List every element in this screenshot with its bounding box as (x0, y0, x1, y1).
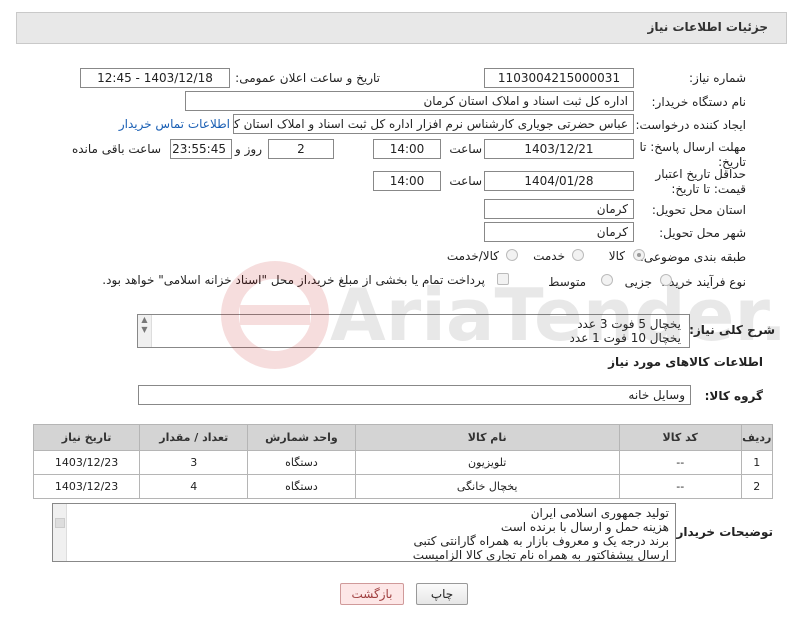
category-label: طبقه بندی موضوعی: (639, 250, 746, 264)
buyer-note-line-3: برند درجه یک و معروف بازار به همراه گارا… (413, 534, 670, 548)
city-label: شهر محل تحویل: (659, 226, 746, 240)
buyer-org-label: نام دستگاه خریدار: (651, 95, 747, 109)
cell-quantity: 3 (139, 450, 249, 475)
cell-name: تلویزیون (354, 450, 620, 475)
col-header-quantity: تعداد / مقدار (139, 424, 249, 451)
col-header-name: نام کالا (354, 424, 620, 451)
table-row[interactable]: 1 -- تلویزیون دستگاه 3 1403/12/23 (32, 450, 774, 475)
back-button[interactable]: بازگشت (340, 583, 404, 605)
buyer-note-line-1: تولید جمهوری اسلامی ایران (530, 506, 669, 520)
col-header-code: کد کالا (618, 424, 742, 451)
cell-row-number: 2 (740, 474, 774, 499)
cell-row-number: 1 (740, 450, 774, 475)
scrollbar-thumb[interactable] (54, 518, 65, 528)
goods-group-label: گروه کالا: (704, 389, 763, 403)
need-number-label: شماره نیاز: (689, 71, 746, 85)
page-header: جزئیات اطلاعات نیاز (16, 12, 787, 44)
buyer-notes-scrollbar[interactable] (53, 504, 67, 561)
buyer-note-line-2: هزینه حمل و ارسال با برنده است (500, 520, 669, 534)
validity-label: حداقل تاریخ اعتبار قیمت: تا تاریخ: (655, 167, 746, 196)
process-label: نوع فرآیند خرید : (661, 275, 746, 289)
deadline-time-label: ساعت (449, 142, 482, 156)
process-minor-radio[interactable] (660, 274, 672, 286)
category-goods-label: کالا (608, 249, 625, 263)
announce-date-label: تاریخ و ساعت اعلان عمومی: (235, 71, 380, 85)
process-medium-label: متوسط (548, 275, 586, 289)
scroll-arrows-icon: ▲ ▼ (141, 315, 148, 334)
treasury-payment-checkbox[interactable] (497, 273, 509, 285)
deadline-label: مهلت ارسال پاسخ: تا تاریخ: (639, 140, 746, 169)
goods-section-title: اطلاعات کالاهای مورد نیاز (608, 355, 763, 369)
validity-date-field: 1404/01/28 (484, 171, 634, 191)
cell-code: -- (618, 450, 742, 475)
description-line-2: یخچال 10 فوت 1 عدد (569, 331, 681, 345)
time-remaining-label: ساعت باقی مانده (71, 142, 161, 156)
buyer-note-line-4: ارسال پیشفاکتور به همراه نام تجاری کالا … (412, 548, 669, 562)
description-line-1: یخچال 5 فوت 3 عدد (577, 317, 681, 331)
city-field: کرمان (484, 222, 634, 242)
days-label: روز و (235, 142, 262, 156)
cell-date: 1403/12/23 (32, 474, 141, 499)
category-goods-radio[interactable] (633, 249, 645, 261)
process-medium-radio[interactable] (601, 274, 613, 286)
cell-unit: دستگاه (247, 474, 356, 499)
process-minor-label: جزیی (624, 275, 652, 289)
table-header-row: ردیف کد کالا نام کالا واحد شمارش تعداد /… (32, 424, 774, 451)
category-service-label: خدمت (533, 249, 565, 263)
buyer-notes-label: توضیحات خریدار: (671, 525, 773, 539)
treasury-payment-note: پرداخت تمام یا بخشی از مبلغ خرید،از محل … (102, 273, 485, 287)
cell-unit: دستگاه (247, 450, 356, 475)
deadline-time-field: 14:00 (373, 139, 441, 159)
creator-label: ایجاد کننده درخواست: (635, 118, 746, 132)
days-remaining-field: 2 (268, 139, 334, 159)
creator-field: عباس حضرتی جویاری کارشناس نرم افزار ادار… (233, 114, 634, 134)
description-label: شرح کلی نیاز: (689, 323, 775, 337)
buyer-contact-link[interactable]: اطلاعات تماس خریدار (119, 117, 230, 131)
validity-time-label: ساعت (449, 174, 482, 188)
province-field: کرمان (484, 199, 634, 219)
goods-group-field: وسایل خانه (138, 385, 691, 405)
announce-date-field: 1403/12/18 - 12:45 (80, 68, 230, 88)
cell-name: یخچال خانگی (354, 474, 620, 499)
validity-time-field: 14:00 (373, 171, 441, 191)
province-label: استان محل تحویل: (651, 203, 746, 217)
deadline-date-field: 1403/12/21 (484, 139, 634, 159)
description-scrollbar[interactable]: ▲ ▼ (138, 315, 152, 347)
category-goods-service-label: کالا/خدمت (446, 249, 499, 263)
description-textarea[interactable]: یخچال 5 فوت 3 عدد یخچال 10 فوت 1 عدد (137, 314, 690, 348)
col-header-row-number: ردیف (740, 424, 774, 451)
category-service-radio[interactable] (572, 249, 584, 261)
col-header-date: تاریخ نیاز (32, 424, 141, 451)
table-row[interactable]: 2 -- یخچال خانگی دستگاه 4 1403/12/23 (32, 474, 774, 499)
cell-code: -- (618, 474, 742, 499)
print-button[interactable]: چاپ (416, 583, 468, 605)
category-goods-service-radio[interactable] (506, 249, 518, 261)
items-table: ردیف کد کالا نام کالا واحد شمارش تعداد /… (32, 424, 774, 499)
page-title: جزئیات اطلاعات نیاز (647, 20, 768, 34)
buyer-org-field: اداره کل ثبت اسناد و املاک استان کرمان (185, 91, 634, 111)
buyer-notes-textarea[interactable]: تولید جمهوری اسلامی ایران هزینه حمل و ار… (52, 503, 676, 562)
cell-quantity: 4 (139, 474, 249, 499)
cell-date: 1403/12/23 (32, 450, 141, 475)
col-header-unit: واحد شمارش (247, 424, 356, 451)
need-number-field: 1103004215000031 (484, 68, 634, 88)
time-remaining-field: 23:55:45 (170, 139, 232, 159)
